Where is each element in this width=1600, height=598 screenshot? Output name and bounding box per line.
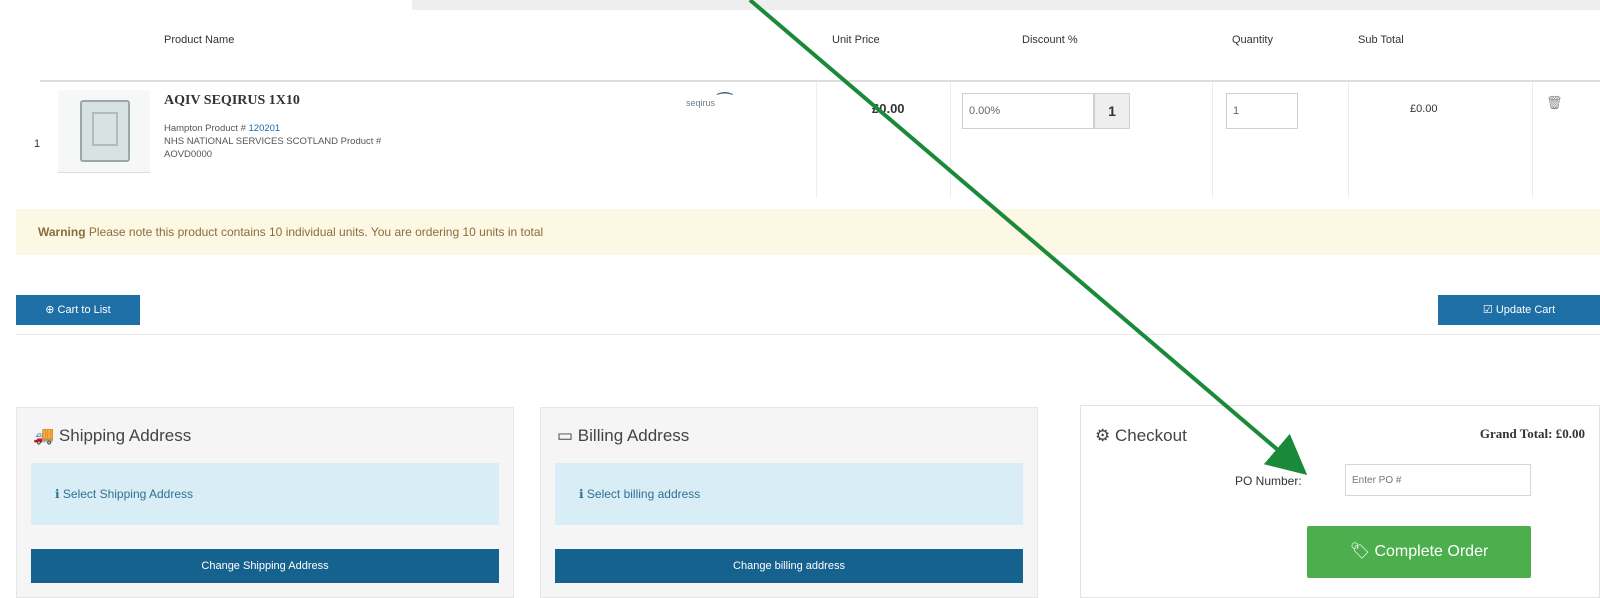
annotation-arrow	[748, 0, 1308, 475]
